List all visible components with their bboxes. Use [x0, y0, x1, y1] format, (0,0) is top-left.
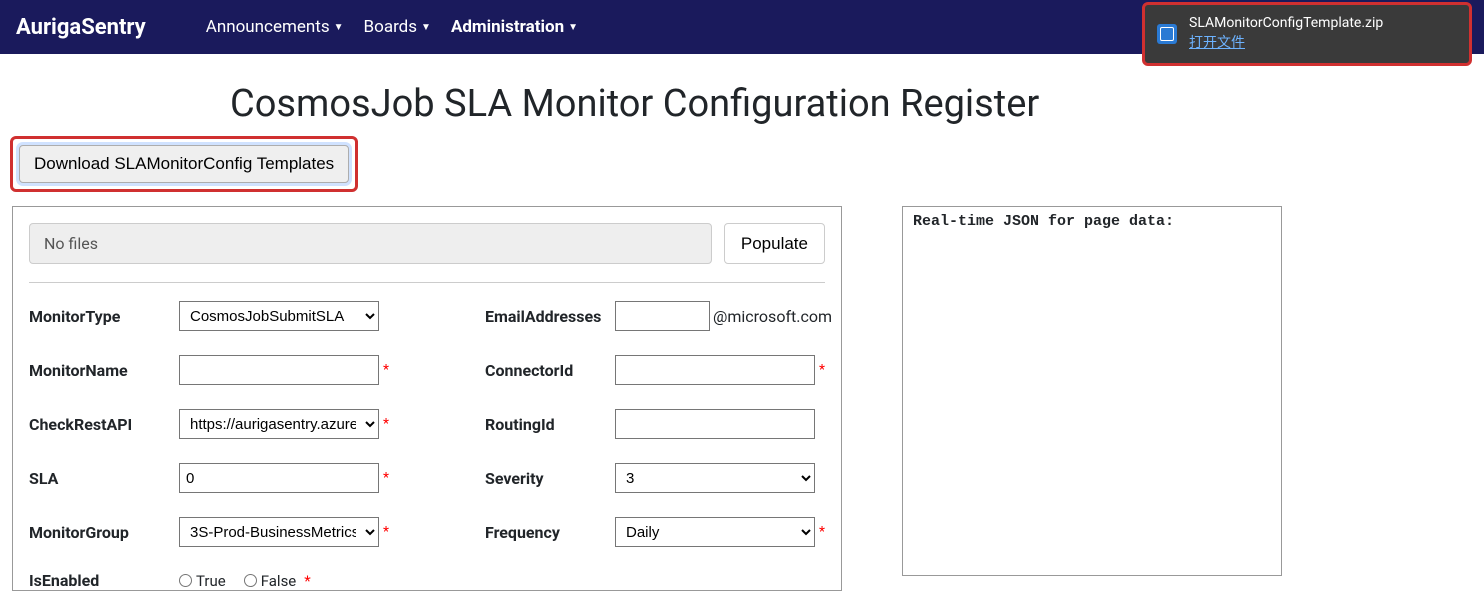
page-title: CosmosJob SLA Monitor Configuration Regi… [230, 82, 1484, 126]
severity-select[interactable]: 3 [615, 463, 815, 493]
download-button-highlight: Download SLAMonitorConfig Templates [10, 136, 358, 192]
brand[interactable]: AurigaSentry [16, 15, 146, 40]
file-dropzone[interactable]: No files [29, 223, 712, 264]
label-connector-id: ConnectorId [485, 361, 615, 380]
sla-input[interactable] [179, 463, 379, 493]
label-sla: SLA [29, 469, 179, 488]
radio-false-label: False [261, 572, 297, 590]
check-rest-api-select[interactable]: https://aurigasentry.azure [179, 409, 379, 439]
frequency-select[interactable]: Daily [615, 517, 815, 547]
chevron-down-icon: ▼ [421, 22, 431, 33]
nav-announcements[interactable]: Announcements ▼ [206, 17, 344, 37]
required-marker: * [304, 572, 310, 590]
nav-label: Boards [364, 17, 418, 37]
chevron-down-icon: ▼ [568, 22, 578, 33]
nav-boards[interactable]: Boards ▼ [364, 17, 431, 37]
required-marker: * [379, 362, 389, 378]
label-check-rest-api: CheckRestAPI [29, 415, 179, 434]
required-marker: * [379, 470, 389, 486]
email-suffix: @microsoft.com [710, 307, 832, 326]
required-marker: * [379, 524, 389, 540]
monitor-name-input[interactable] [179, 355, 379, 385]
required-marker: * [815, 524, 825, 540]
zip-file-icon [1157, 24, 1177, 44]
json-heading: Real-time JSON for page data: [913, 213, 1271, 230]
radio-true[interactable]: True [179, 572, 226, 590]
nav-label: Administration [451, 17, 564, 37]
label-routing-id: RoutingId [485, 415, 615, 434]
required-marker: * [379, 416, 389, 432]
connector-id-input[interactable] [615, 355, 815, 385]
form-panel: No files Populate MonitorType CosmosJobS… [12, 206, 842, 591]
toast-filename: SLAMonitorConfigTemplate.zip [1189, 14, 1383, 34]
required-marker: * [815, 362, 825, 378]
radio-true-input[interactable] [179, 574, 192, 587]
chevron-down-icon: ▼ [334, 22, 344, 33]
label-monitor-name: MonitorName [29, 361, 179, 380]
monitor-group-select[interactable]: 3S-Prod-BusinessMetrics [179, 517, 379, 547]
nav-label: Announcements [206, 17, 330, 37]
label-severity: Severity [485, 469, 615, 488]
json-preview-panel: Real-time JSON for page data: [902, 206, 1282, 576]
email-input[interactable] [615, 301, 710, 331]
monitor-type-select[interactable]: CosmosJobSubmitSLA [179, 301, 379, 331]
label-frequency: Frequency [485, 523, 615, 542]
download-toast[interactable]: SLAMonitorConfigTemplate.zip 打开文件 [1142, 2, 1472, 66]
label-email: EmailAddresses [485, 307, 615, 326]
radio-true-label: True [196, 572, 226, 590]
radio-false[interactable]: False * [244, 572, 311, 590]
nav-administration[interactable]: Administration ▼ [451, 17, 578, 37]
download-templates-button[interactable]: Download SLAMonitorConfig Templates [19, 145, 349, 183]
populate-button[interactable]: Populate [724, 223, 825, 264]
routing-id-input[interactable] [615, 409, 815, 439]
radio-false-input[interactable] [244, 574, 257, 587]
open-file-link[interactable]: 打开文件 [1189, 35, 1245, 51]
label-monitor-type: MonitorType [29, 307, 179, 326]
label-monitor-group: MonitorGroup [29, 523, 179, 542]
divider [29, 282, 825, 283]
label-is-enabled: IsEnabled [29, 571, 179, 590]
